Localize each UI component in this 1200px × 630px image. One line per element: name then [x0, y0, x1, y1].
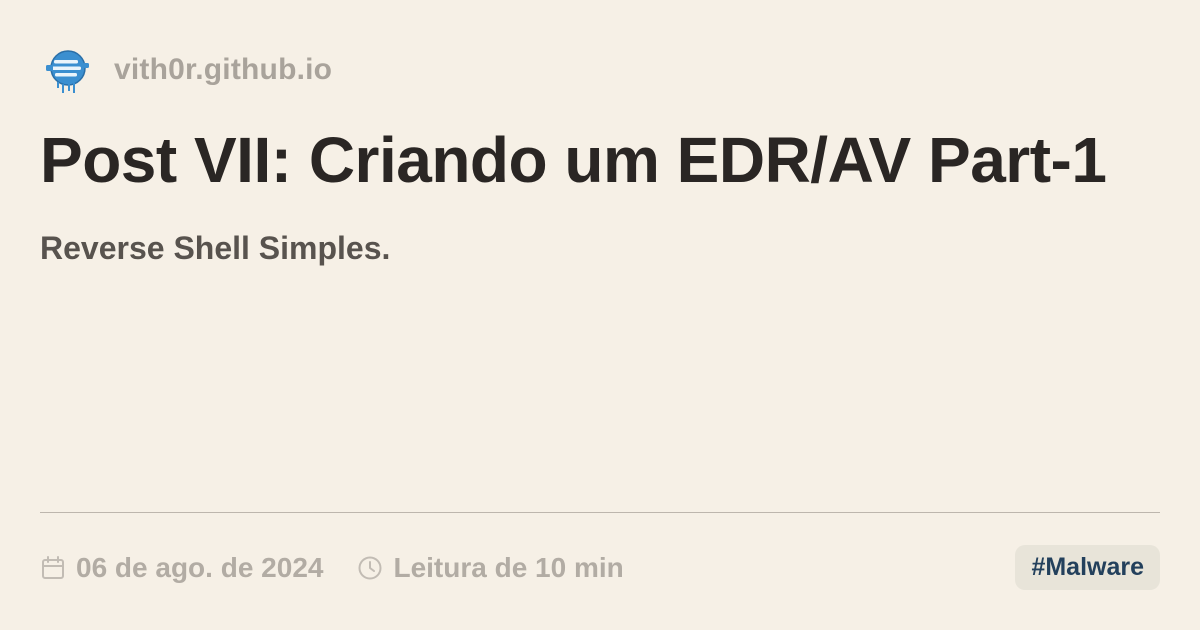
- post-date-text: 06 de ago. de 2024: [76, 552, 324, 583]
- post-subtitle: Reverse Shell Simples.: [40, 230, 391, 266]
- reading-time: Leitura de 10 min: [357, 552, 624, 584]
- tag-malware[interactable]: #Malware: [1015, 545, 1160, 590]
- post-title: Post VII: Criando um EDR/AV Part-1: [40, 124, 1107, 196]
- clock-icon: [358, 556, 382, 580]
- og-card: vith0r.github.io Post VII: Criando um ED…: [0, 0, 1200, 630]
- calendar-icon: [42, 556, 64, 579]
- post-date: 06 de ago. de 2024: [40, 552, 323, 584]
- site-header[interactable]: vith0r.github.io: [42, 44, 332, 96]
- reading-time-text: Leitura de 10 min: [393, 552, 624, 583]
- globe-logo-icon: [46, 50, 89, 93]
- post-meta: 06 de ago. de 2024 Leitura de 10 min: [40, 546, 658, 590]
- divider: [40, 512, 1160, 513]
- site-name[interactable]: vith0r.github.io: [114, 53, 332, 87]
